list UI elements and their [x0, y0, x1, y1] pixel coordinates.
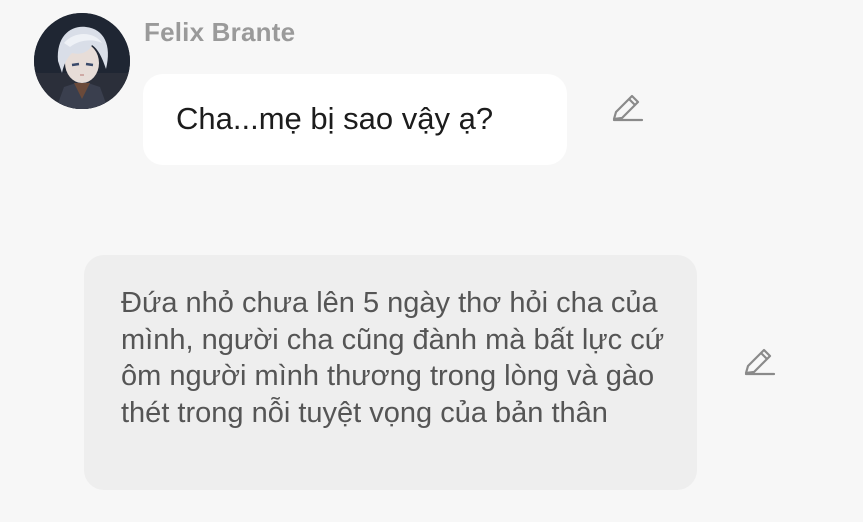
- sender-name: Felix Brante: [144, 17, 296, 47]
- character-message-bubble[interactable]: Cha...mẹ bị sao vậy ạ?: [143, 74, 567, 165]
- pencil-edit-icon: [744, 348, 776, 376]
- edit-narration-button[interactable]: [738, 342, 778, 382]
- pencil-edit-icon: [612, 94, 644, 122]
- character-message-text: Cha...mẹ bị sao vậy ạ?: [176, 101, 494, 136]
- narration-message-text: Đứa nhỏ chưa lên 5 ngày thơ hỏi cha của …: [121, 287, 665, 429]
- edit-message-button[interactable]: [606, 88, 646, 128]
- anime-character-avatar-icon: [34, 13, 130, 109]
- narration-message-bubble[interactable]: Đứa nhỏ chưa lên 5 ngày thơ hỏi cha của …: [84, 255, 697, 490]
- avatar[interactable]: [34, 13, 130, 109]
